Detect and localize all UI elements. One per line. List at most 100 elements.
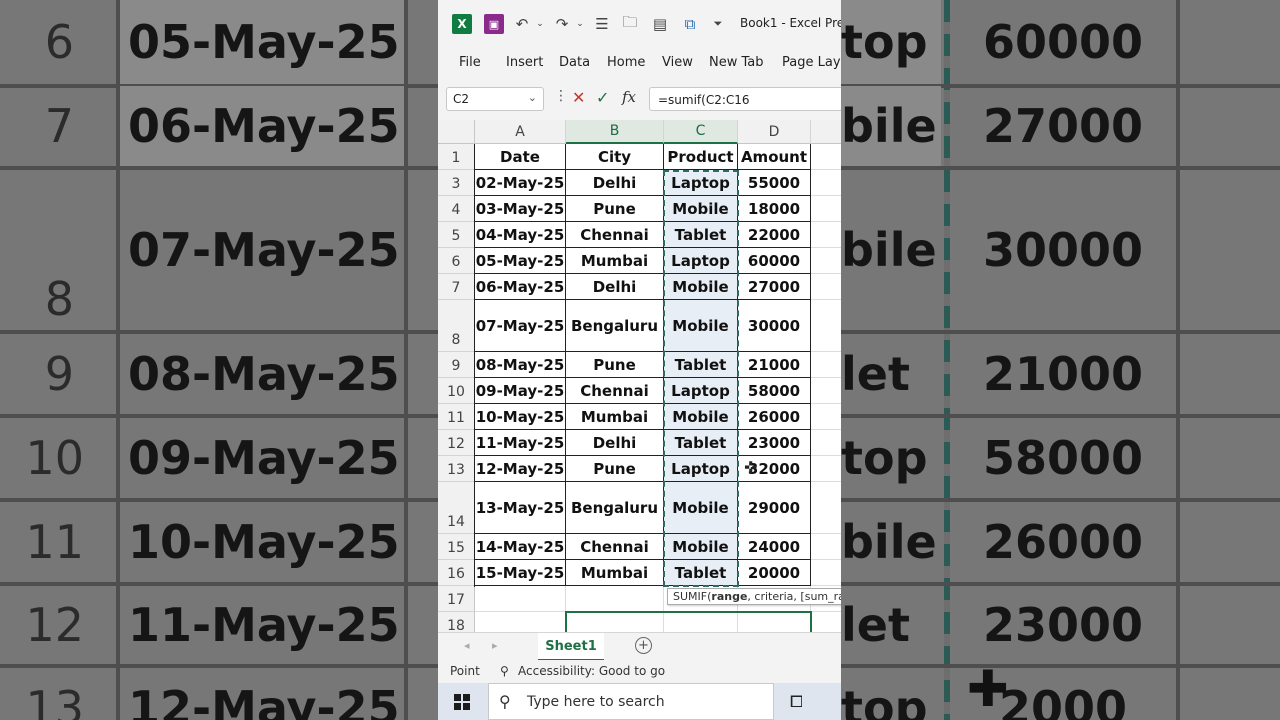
windows-start-icon[interactable]	[454, 694, 470, 710]
table-cell[interactable]	[811, 274, 841, 300]
table-cell[interactable]: Pune	[566, 456, 664, 482]
menu-insert[interactable]: Insert	[506, 55, 543, 70]
task-view-icon[interactable]: ⧠	[790, 692, 803, 712]
undo-icon[interactable]: ↶	[512, 14, 532, 34]
table-cell[interactable]: 11-May-25	[475, 430, 566, 456]
row-header[interactable]: 7	[438, 274, 475, 300]
share-icon[interactable]: ⧉	[680, 14, 700, 34]
menu-page-layout[interactable]: Page Layo	[782, 55, 841, 70]
row-header[interactable]: 14	[438, 482, 475, 534]
table-cell[interactable]: Chennai	[566, 378, 664, 404]
table-cell[interactable]: Mobile	[664, 300, 738, 352]
column-header-b[interactable]: B	[566, 120, 664, 144]
formula-input[interactable]: =sumif(C2:C16	[649, 87, 841, 111]
row-header[interactable]: 17	[438, 586, 475, 612]
table-cell[interactable]: 06-May-25	[475, 274, 566, 300]
table-cell[interactable]	[811, 144, 841, 170]
table-cell[interactable]: 22000	[738, 222, 811, 248]
menu-new-tab[interactable]: New Tab	[709, 55, 764, 70]
menu-file[interactable]: File	[459, 55, 481, 70]
table-cell[interactable]: Chennai	[566, 222, 664, 248]
row-header[interactable]: 15	[438, 534, 475, 560]
table-cell[interactable]: Bengaluru	[566, 482, 664, 534]
table-cell[interactable]: 10-May-25	[475, 404, 566, 430]
table-cell[interactable]: Mobile	[664, 404, 738, 430]
table-cell[interactable]: 58000	[738, 378, 811, 404]
tab-sheet1[interactable]: Sheet1	[538, 633, 604, 661]
table-cell[interactable]	[811, 248, 841, 274]
row-header[interactable]: 6	[438, 248, 475, 274]
row-header[interactable]: 3	[438, 170, 475, 196]
insert-function-icon[interactable]: fx	[622, 88, 636, 106]
table-cell[interactable]: 03-May-25	[475, 196, 566, 222]
table-cell[interactable]	[811, 300, 841, 352]
table-cell[interactable]: Laptop	[664, 248, 738, 274]
column-header-e[interactable]	[811, 120, 841, 144]
header-cell[interactable]: City	[566, 144, 664, 170]
table-cell[interactable]: 02-May-25	[475, 170, 566, 196]
taskbar-search-box[interactable]: ⚲ Type here to search	[488, 683, 774, 720]
add-sheet-icon[interactable]: +	[635, 637, 652, 654]
table-cell[interactable]: 04-May-25	[475, 222, 566, 248]
table-cell[interactable]: Laptop	[664, 456, 738, 482]
table-cell[interactable]: 05-May-25	[475, 248, 566, 274]
accessibility-status[interactable]: Accessibility: Good to go	[518, 664, 665, 678]
accessibility-icon[interactable]: ⚲	[500, 664, 509, 678]
table-cell[interactable]	[811, 222, 841, 248]
row-header[interactable]: 8	[438, 300, 475, 352]
menu-home[interactable]: Home	[607, 55, 645, 70]
enter-icon[interactable]: ✓	[596, 88, 609, 107]
table-cell[interactable]: Tablet	[664, 352, 738, 378]
table-cell[interactable]: 08-May-25	[475, 352, 566, 378]
row-header[interactable]: 9	[438, 352, 475, 378]
menu-view[interactable]: View	[662, 55, 693, 70]
table-cell[interactable]: 26000	[738, 404, 811, 430]
menu-data[interactable]: Data	[559, 55, 590, 70]
tab-scroll-left-icon[interactable]: ◂	[464, 639, 470, 652]
table-cell[interactable]: 18000	[738, 196, 811, 222]
row-header[interactable]: 13	[438, 456, 475, 482]
table-cell[interactable]: 27000	[738, 274, 811, 300]
table-cell[interactable]	[811, 456, 841, 482]
row-header[interactable]: 16	[438, 560, 475, 586]
table-cell[interactable]: Mobile	[664, 196, 738, 222]
table-cell[interactable]: Pune	[566, 196, 664, 222]
table-cell[interactable]: Mobile	[664, 534, 738, 560]
table-cell[interactable]: 21000	[738, 352, 811, 378]
chevron-down-icon[interactable]: ⌄	[528, 91, 537, 104]
table-cell[interactable]	[811, 404, 841, 430]
header-cell[interactable]: Date	[475, 144, 566, 170]
table-cell[interactable]: 07-May-25	[475, 300, 566, 352]
table-cell[interactable]: Mumbai	[566, 404, 664, 430]
table-cell[interactable]: Pune	[566, 352, 664, 378]
redo-icon[interactable]: ↷	[552, 14, 572, 34]
table-cell[interactable]: Laptop	[664, 378, 738, 404]
table-cell[interactable]	[811, 560, 841, 586]
select-all-corner[interactable]	[438, 120, 475, 144]
column-header-c[interactable]: C	[664, 120, 738, 144]
table-cell[interactable]: 55000	[738, 170, 811, 196]
open-folder-icon[interactable]: 🗀	[620, 13, 640, 34]
table-cell[interactable]: 29000	[738, 482, 811, 534]
table-cell[interactable]: 15-May-25	[475, 560, 566, 586]
table-cell[interactable]	[566, 586, 664, 612]
align-icon[interactable]: ☰	[592, 14, 612, 34]
table-cell[interactable]: 12-May-25	[475, 456, 566, 482]
name-box[interactable]: C2 ⌄	[446, 87, 544, 111]
table-cell[interactable]	[811, 430, 841, 456]
table-cell[interactable]: Mumbai	[566, 560, 664, 586]
table-cell[interactable]: Chennai	[566, 534, 664, 560]
save-icon[interactable]: ▣	[484, 14, 504, 34]
table-cell[interactable]: 20000	[738, 560, 811, 586]
table-cell[interactable]: Tablet	[664, 560, 738, 586]
tab-scroll-right-icon[interactable]: ▸	[492, 639, 498, 652]
redo-dropdown-icon[interactable]: ⌄	[570, 14, 590, 34]
row-header[interactable]: 1	[438, 144, 475, 170]
table-cell[interactable]: Mumbai	[566, 248, 664, 274]
more-options-icon[interactable]: ⋮	[554, 88, 568, 104]
column-header-a[interactable]: A	[475, 120, 566, 144]
table-cell[interactable]: 60000	[738, 248, 811, 274]
header-cell[interactable]: Product	[664, 144, 738, 170]
column-header-d[interactable]: D	[738, 120, 811, 144]
table-cell[interactable]	[811, 170, 841, 196]
